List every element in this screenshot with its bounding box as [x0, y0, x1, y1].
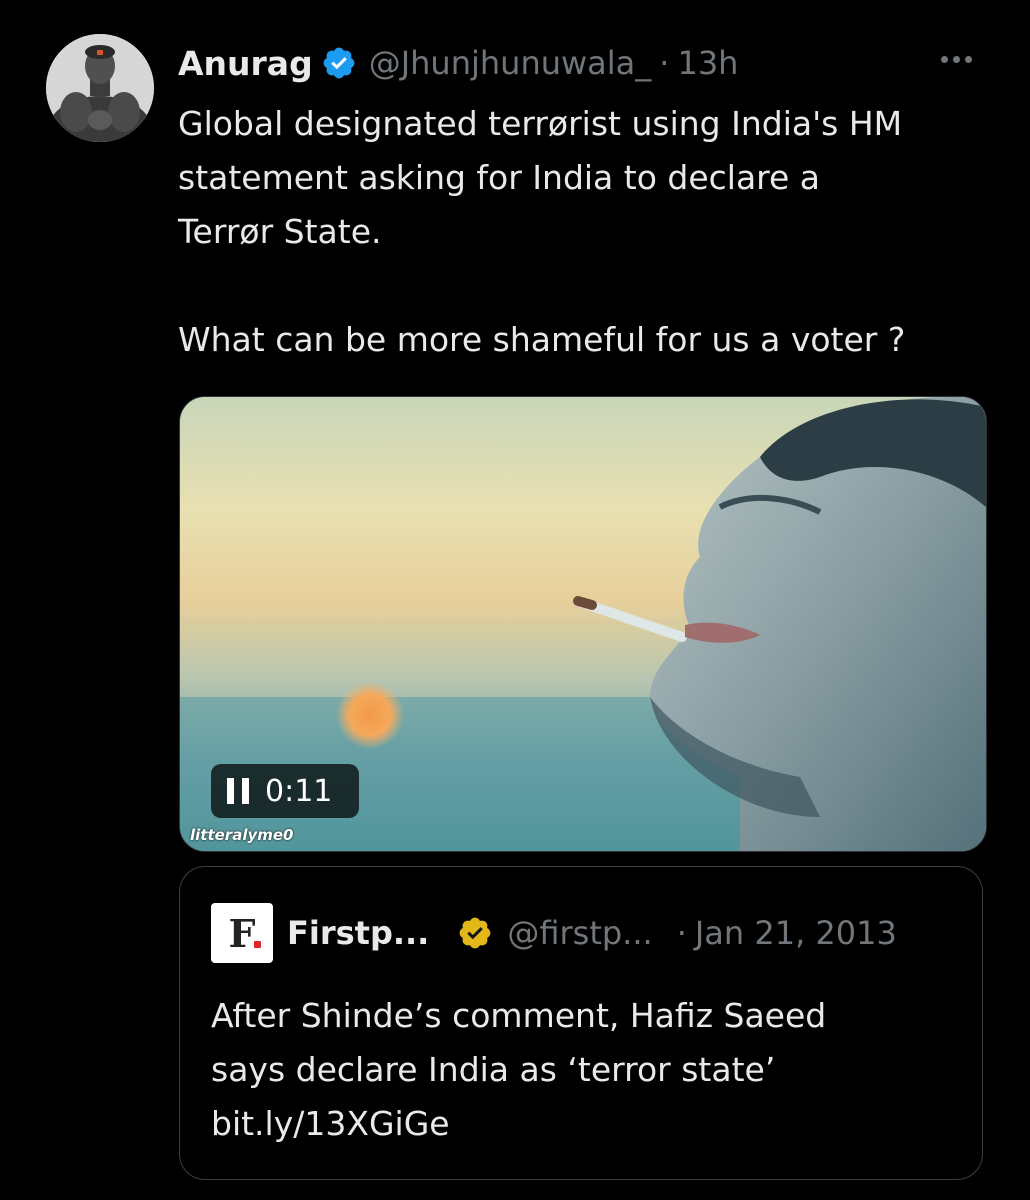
playback-control[interactable]: 0:11	[211, 764, 359, 818]
author-name[interactable]: Anurag	[178, 44, 313, 83]
tweet-text-line: Terrør State.	[178, 212, 382, 251]
author-handle[interactable]: @Jhunjhunuwala_	[369, 44, 652, 82]
firstpost-logo[interactable]: F	[211, 903, 273, 963]
separator-dot: ·	[676, 914, 687, 952]
quoted-tweet-date[interactable]: Jan 21, 2013	[695, 914, 897, 952]
separator-dot: ·	[659, 44, 670, 82]
quoted-tweet-text: After Shinde’s comment, Hafiz Saeed says…	[211, 989, 951, 1151]
more-options-icon[interactable]	[928, 44, 984, 74]
quoted-link[interactable]: bit.ly/13XGiGe	[211, 1097, 951, 1151]
quoted-tweet[interactable]: F Firstp... @firstp... · Jan 21, 2013 Af…	[179, 866, 983, 1180]
video-duration: 0:11	[265, 773, 333, 809]
gold-verified-badge-icon	[457, 915, 493, 951]
quoted-text-line: says declare India as ‘terror state’	[211, 1050, 776, 1089]
quoted-author-handle[interactable]: @firstp...	[507, 914, 652, 952]
quoted-tweet-header: F Firstp... @firstp... · Jan 21, 2013	[211, 903, 897, 963]
avatar[interactable]	[46, 34, 154, 142]
quoted-text-line: After Shinde’s comment, Hafiz Saeed	[211, 996, 827, 1035]
tweet-text: Global designated terrørist using India'…	[178, 97, 1008, 367]
quoted-author-name[interactable]: Firstp...	[287, 914, 429, 952]
video-watermark: litteralyme0	[190, 826, 294, 844]
tweet-text-line: statement asking for India to declare a	[178, 158, 821, 197]
tweet-time[interactable]: 13h	[677, 44, 738, 82]
tweet-text-line: What can be more shameful for us a voter…	[178, 320, 906, 359]
pause-icon[interactable]	[227, 778, 249, 804]
tweet-header: Anurag @Jhunjhunuwala_ · 13h	[178, 38, 738, 88]
logo-letter: F	[228, 910, 256, 956]
tweet[interactable]: Anurag @Jhunjhunuwala_ · 13h Global desi…	[0, 0, 1030, 1200]
verified-badge-icon	[321, 45, 357, 81]
tweet-text-line: Global designated terrørist using India'…	[178, 104, 903, 143]
